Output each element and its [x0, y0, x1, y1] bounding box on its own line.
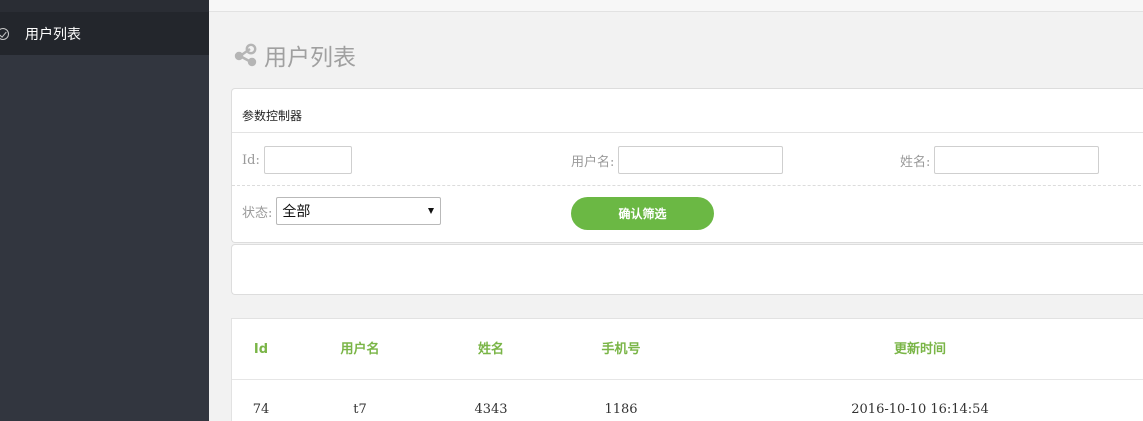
share-nodes-icon — [234, 43, 257, 67]
empty-panel — [231, 244, 1143, 295]
cell-username: t7 — [353, 402, 367, 417]
page-title: 用户列表 — [264, 45, 356, 71]
username-field-group: 用户名: — [571, 146, 784, 174]
table-header: Id 用户名 姓名 手机号 更新时间 — [232, 319, 1143, 380]
id-field-group: Id: — [242, 146, 352, 174]
username-label: 用户名: — [571, 154, 615, 170]
column-header-phone: 手机号 — [601, 342, 641, 357]
name-field-group: 姓名: — [900, 146, 1100, 174]
status-select[interactable]: 全部 — [276, 197, 442, 225]
table-row[interactable]: 74 t7 4343 1186 2016-10-10 16:14:54 — [232, 380, 1143, 421]
user-table: Id 用户名 姓名 手机号 更新时间 74 t7 4343 1186 2016-… — [231, 318, 1143, 421]
check-circle-icon — [0, 27, 9, 40]
column-header-id: Id — [253, 342, 269, 357]
column-header-username: 用户名 — [340, 342, 380, 357]
sidebar-item-user-list[interactable]: 用户列表 — [0, 12, 209, 55]
confirm-filter-button[interactable]: 确认筛选 — [571, 197, 714, 230]
username-input[interactable] — [618, 146, 784, 174]
filter-row-2: 状态: 全部 确认筛选 — [232, 186, 1143, 244]
name-label: 姓名: — [900, 154, 931, 170]
column-header-updated-time: 更新时间 — [893, 342, 947, 357]
status-select-value: 全部 — [282, 204, 311, 220]
name-input[interactable] — [934, 146, 1100, 174]
top-bar — [209, 0, 1143, 12]
page-header: 用户列表 — [232, 38, 356, 72]
id-label: Id: — [242, 152, 260, 168]
sidebar-item-label: 用户列表 — [25, 26, 81, 43]
filter-panel-header: 参数控制器 — [232, 89, 1143, 133]
column-header-name: 姓名 — [477, 342, 505, 357]
id-input[interactable] — [263, 146, 352, 174]
sidebar-top-strip — [0, 0, 209, 12]
cell-name: 4343 — [474, 402, 508, 417]
filter-panel: 参数控制器 Id: 用户名: 姓名: 状态: 全部 确认筛选 — [231, 88, 1143, 243]
cell-updated-time: 2016-10-10 16:14:54 — [851, 402, 989, 417]
filter-panel-title: 参数控制器 — [242, 109, 303, 123]
caret-down-icon — [428, 208, 435, 214]
status-field-group: 状态: 全部 — [242, 197, 442, 225]
cell-phone: 1186 — [604, 402, 638, 417]
cell-id: 74 — [252, 402, 270, 417]
filter-row-1: Id: 用户名: 姓名: — [232, 133, 1143, 186]
sidebar: 用户列表 — [0, 0, 209, 421]
status-label: 状态: — [242, 205, 273, 221]
